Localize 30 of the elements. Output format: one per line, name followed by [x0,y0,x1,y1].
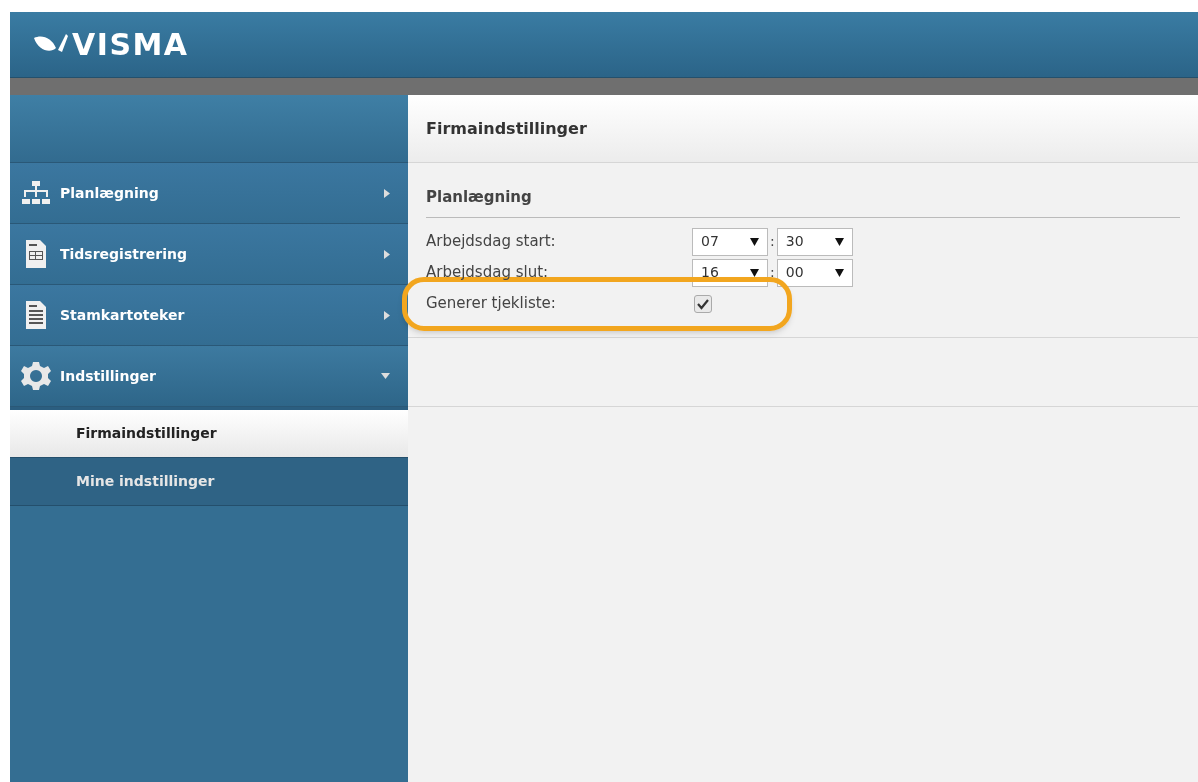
section-title: Planlægning [426,188,532,206]
time-separator: : [769,232,776,251]
caret-right-icon [384,249,390,259]
field-label: Arbejdsdag slut: [426,262,550,284]
caret-down-icon [381,373,390,379]
document-icon [25,300,47,330]
caret-down-icon [750,268,759,277]
caret-down-icon [834,237,844,246]
sidebar-item[interactable]: Indstillinger [10,346,408,407]
field-label: Generer tjekliste: [426,293,557,315]
sidebar-item[interactable]: Stamkartoteker [10,285,408,346]
time-dropdown[interactable]: 07 [692,227,768,256]
field-label: Arbejdsdag start: [426,231,557,253]
checkbox[interactable] [694,294,712,313]
form-icon [25,239,47,269]
submenu-item[interactable]: Mine indstillinger [10,458,408,506]
caret-right-icon [384,188,390,198]
page-title: Firmaindstillinger [426,117,587,140]
logo-text: VISMA [72,26,189,64]
gear-icon [21,361,51,391]
caret-down-icon [834,268,844,277]
time-dropdown[interactable]: 00 [776,258,853,287]
time-separator: : [769,263,776,282]
sidebar-item[interactable]: Planlægning [10,163,408,224]
submenu-item[interactable]: Firmaindstillinger [10,410,408,458]
sidebar-item[interactable]: Tidsregistrering [10,224,408,285]
caret-down-icon [750,237,759,246]
hierarchy-icon [21,180,51,206]
caret-right-icon [384,310,390,320]
time-dropdown[interactable]: 30 [776,227,853,256]
